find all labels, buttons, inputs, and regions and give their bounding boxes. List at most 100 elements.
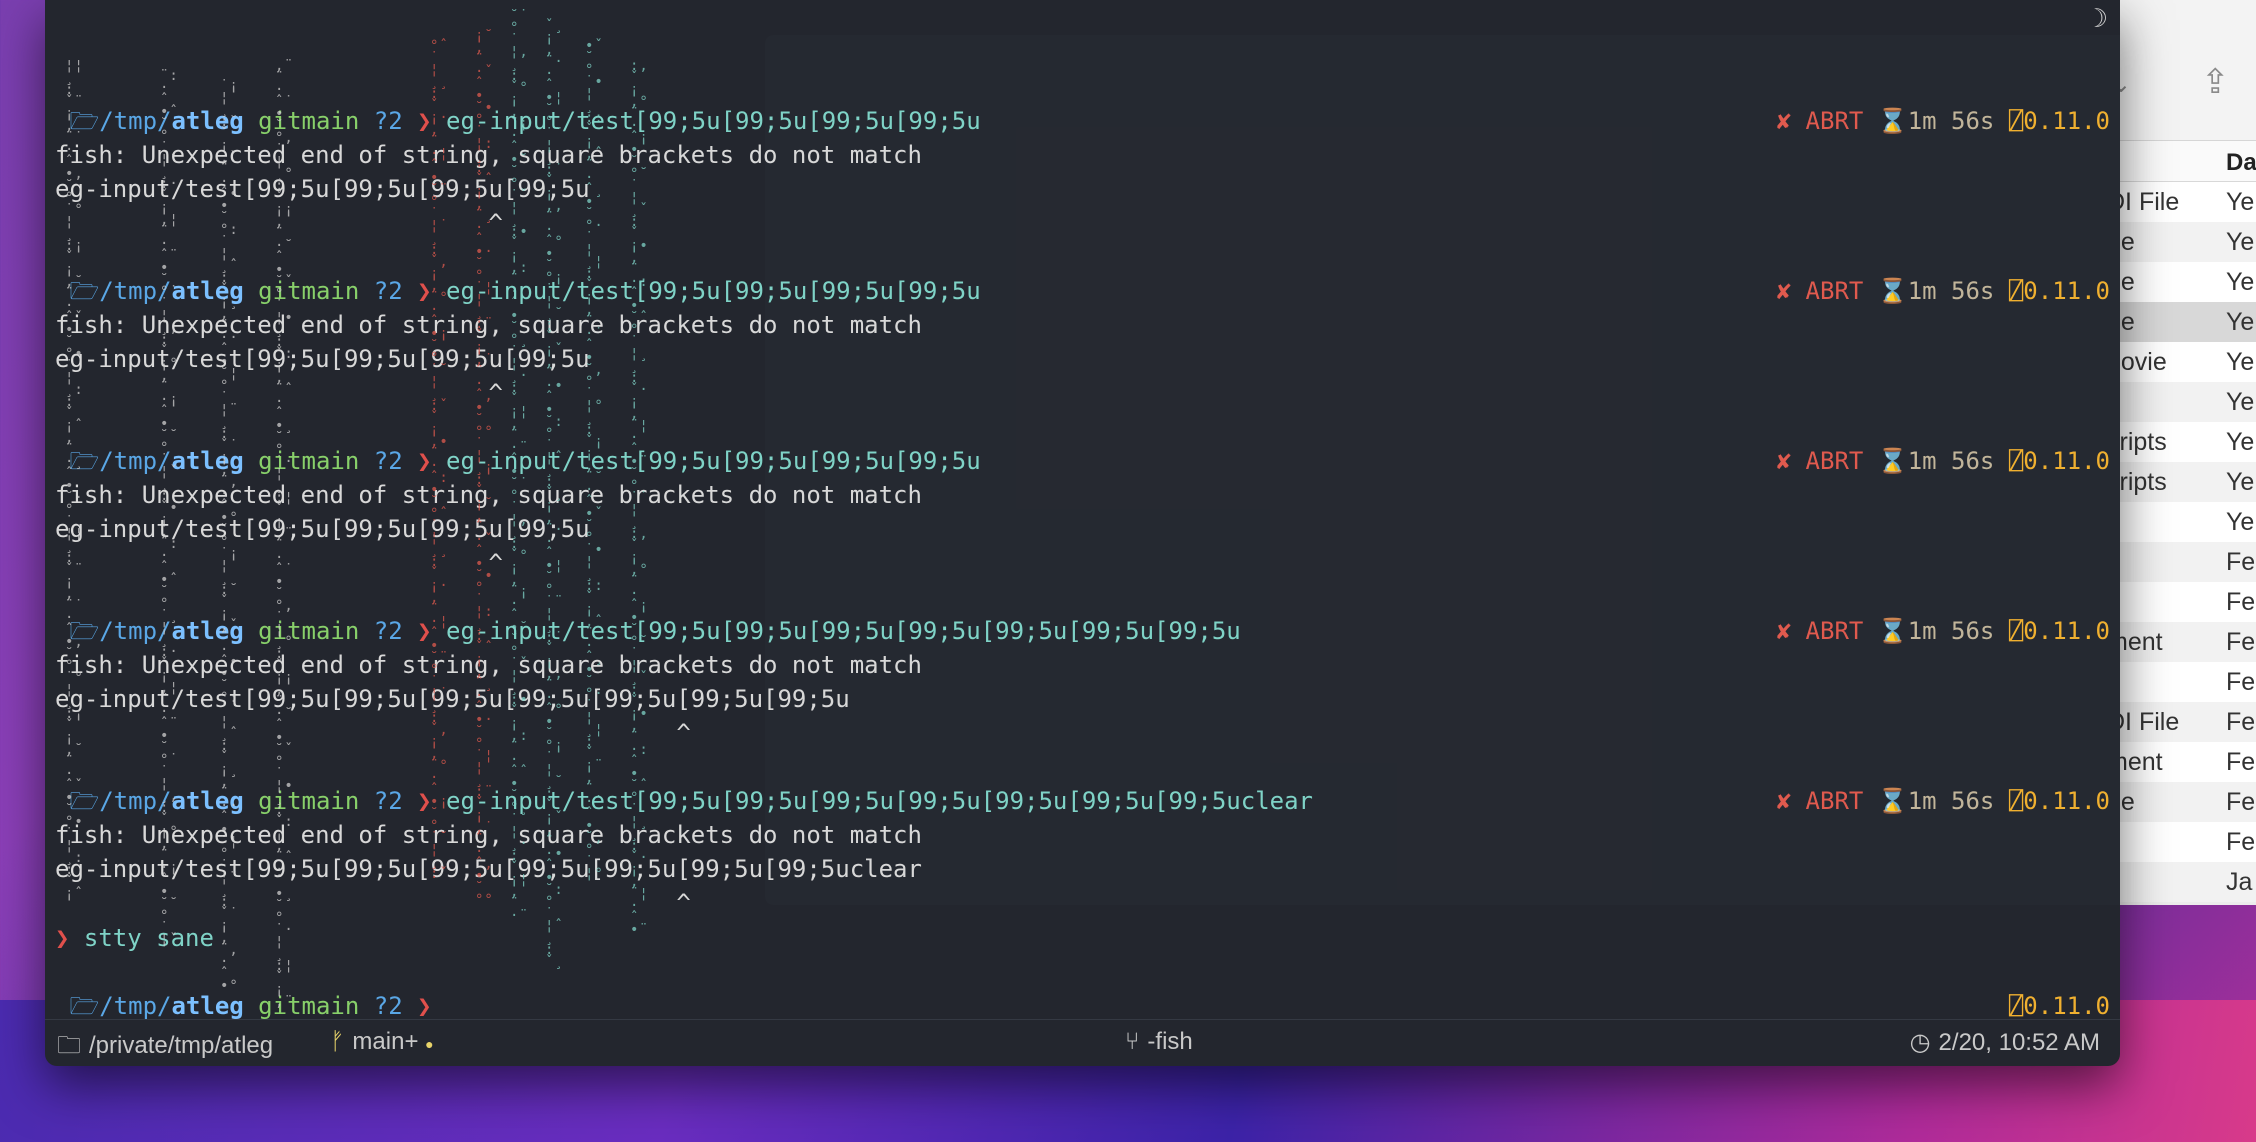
version-icon: ⍁ [2008, 447, 2024, 475]
prompt-branch: main [301, 447, 360, 475]
glyph-noise: ˘˙ ° ˙ ¦‚ ¸ : ˇ° ¡ ‚ ¨¡ · ˆ •˘ ˘ ° ˙ˇ ¦ … [510, 8, 529, 924]
statusbar-folder[interactable]: 🗀 /private/tmp/atleg [57, 1028, 273, 1066]
file-date: Fe [2226, 628, 2256, 656]
version-icon: ⍁ [2008, 787, 2024, 815]
glyph-noise: •ˇ ˘ ° ˙• ¦ ¸ :: ˇ ¡ ‚ˆ ¨ · ˆ¸ • ˘ °· ˙ … [585, 38, 604, 882]
finder-column-header[interactable]: Da [2101, 141, 2256, 182]
branch-name: main [352, 1028, 405, 1055]
finder-row[interactable]: Fe [2101, 822, 2256, 862]
duration: 1m 56s [1907, 107, 1995, 135]
finder-row[interactable]: cripts Ye [2101, 422, 2256, 462]
finder-row[interactable]: Ye [2101, 382, 2256, 422]
file-date: Fe [2226, 828, 2256, 856]
share-icon[interactable]: ⇪ [2201, 62, 2230, 102]
error-icon: ✘ [1776, 787, 1792, 815]
datetime: 2/20, 10:52 AM [1938, 1029, 2100, 1056]
finder-row[interactable]: eFe [2101, 542, 2256, 582]
branch-icon: ᚠ [330, 1028, 345, 1055]
version: 0.11.0 [2023, 787, 2110, 815]
glyph-noise: ¨: · ˆ •ˆ ˘ ° ˙¸ ¦ ¸ :· ˇ ¡ ‚¦ ¨ · ˆ¨ • … [160, 68, 179, 948]
command-text: stty sane [83, 924, 214, 952]
error-icon: ✘ [1776, 447, 1792, 475]
file-date: Ye [2226, 388, 2255, 416]
file-date: Ye [2226, 268, 2255, 296]
file-date: Fe [2226, 708, 2256, 736]
prompt-git-status: ?2 [373, 617, 403, 645]
prompt-arrow: ❯ [417, 992, 432, 1020]
folder-icon: 🗁 [69, 992, 100, 1020]
finder-row[interactable]: ge Ye [2101, 222, 2256, 262]
file-date: Fe [2226, 668, 2256, 696]
date-column-header[interactable]: Da [2226, 149, 2256, 177]
finder-row[interactable]: Fe [2101, 582, 2256, 622]
finder-row[interactable]: Ja [2101, 862, 2256, 902]
prompt-git-status: ?2 [373, 277, 403, 305]
right-prompt: ✘ ABRT ⌛1m 56s ⍁0.11.0 [1777, 614, 2110, 648]
finder-row[interactable]: novie Ye [2101, 342, 2256, 382]
statusbar-branch[interactable]: ᚠ main+ ● [330, 1028, 434, 1056]
finder-row[interactable]: ge Ye [2101, 262, 2256, 302]
version-icon: ⍁ [2008, 107, 2024, 135]
file-date: Fe [2226, 788, 2256, 816]
finder-row[interactable]: ge Fe [2101, 782, 2256, 822]
finder-row[interactable]: DI File Ye [2101, 182, 2256, 222]
shell-name: -fish [1147, 1028, 1193, 1055]
finder-window: ⌄ ⇪ Da DI File Ye ge Ye ge Ye ge Ye novie Ye Ye cri… [2100, 0, 2256, 905]
glyph-noise: ˇ¸ ¡ ‚ ¨· · ˆ •¦ ˘ ° ˙¨ ¦ ¸ :˙ ˇ ¡ ‚‚ ¨ … [545, 18, 564, 970]
duration: 1m 56s [1907, 787, 1995, 815]
prompt-branch: main [301, 277, 360, 305]
hourglass-icon: ⌛ [1877, 447, 1908, 475]
right-prompt: ✘ ABRT ⌛1m 56s ⍁0.11.0 [1777, 274, 2110, 308]
version: 0.11.0 [2023, 277, 2110, 305]
prompt-branch: main [301, 787, 360, 815]
command-text: eg-input/test[99;5u[99;5u[99;5u[99;5u[99… [446, 617, 1241, 645]
finder-row[interactable]: eYe [2101, 502, 2256, 542]
finder-row[interactable]: ment Fe [2101, 622, 2256, 662]
file-date: Ye [2226, 468, 2255, 496]
stty-line: ❯ stty sane [55, 921, 214, 955]
command-text: eg-input/test[99;5u[99;5u[99;5u[99;5u[99… [446, 787, 1313, 815]
branch-dirty-dot: ● [425, 1036, 434, 1052]
version-icon: ⍁ [2008, 992, 2024, 1020]
version-icon: ⍁ [2008, 277, 2024, 305]
prompt-branch: main [301, 107, 360, 135]
folder-path: /private/tmp/atleg [89, 1032, 274, 1059]
folder-icon: 🗀 [57, 1032, 81, 1059]
right-prompt: ✘ ABRT ⌛1m 56s ⍁0.11.0 [1777, 104, 2110, 138]
prompt-git-status: ?2 [373, 447, 403, 475]
finder-file-list: DI File Ye ge Ye ge Ye ge Ye novie Ye Ye cripts Ye cr… [2101, 182, 2256, 902]
file-date: Fe [2226, 548, 2256, 576]
glyph-noise: ¡˘ ‚ ¨ ·ˇ ˆ • ˘• ° ˙ ¦: ¸ : ˇˆ ¡ ‚ ¨¸ · … [475, 28, 494, 908]
finder-row[interactable]: DI File Fe [2101, 702, 2256, 742]
version: 0.11.0 [2023, 617, 2110, 645]
statusbar-datetime: ◷ 2/20, 10:52 AM [1910, 1028, 2100, 1057]
version: 0.11.0 [2023, 447, 2110, 475]
clock-icon: ◷ [1909, 1029, 1931, 1056]
error-icon: ✘ [1776, 107, 1792, 135]
exit-status: ABRT [1805, 107, 1864, 135]
finder-row[interactable]: ment Fe [2101, 742, 2256, 782]
finder-row[interactable]: Fe [2101, 662, 2256, 702]
prompt-arrow: ❯ [55, 924, 70, 952]
terminal-window[interactable]: ☽ 🗁/tmp/atleg gitmain ?2 ❯ eg-input/test… [45, 0, 2120, 1066]
error-icon: ✘ [1776, 617, 1792, 645]
glyph-noise: :‚ ˇ ¡ ‚° ¨ · ˆ¡ • ˘ °˘ ˙ ¦ ¸ˇ : ˇ ¡• ‚ … [630, 58, 649, 938]
finder-toolbar: ⌄ ⇪ [2101, 0, 2256, 141]
file-date: Fe [2226, 748, 2256, 776]
hourglass-icon: ⌛ [1877, 277, 1908, 305]
file-date: Fe [2226, 588, 2256, 616]
process-icon: ⑂ [1125, 1028, 1140, 1055]
right-prompt: ⍁0.11.0 [2009, 989, 2110, 1023]
finder-row[interactable]: ge Ye [2101, 302, 2256, 342]
statusbar-shell[interactable]: ⑂ -fish [1125, 1028, 1193, 1056]
file-date: Ye [2226, 348, 2255, 376]
file-date: Ye [2226, 428, 2255, 456]
glyph-noise: ‚¨ ¨ · ˆ˙ • ˘ °‚ ˙ ¦ ¸° : ˇ ¡¡ ‚ ¨ ·˘ ˆ … [275, 58, 294, 1010]
version-icon: ⍁ [2008, 617, 2024, 645]
file-date: Ja [2226, 868, 2253, 896]
moon-icon: ☽ [2092, 4, 2108, 34]
finder-row[interactable]: cripts Ye [2101, 462, 2256, 502]
branch-suffix: + [404, 1028, 419, 1055]
exit-status: ABRT [1805, 277, 1864, 305]
right-prompt: ✘ ABRT ⌛1m 56s ⍁0.11.0 [1777, 784, 2110, 818]
